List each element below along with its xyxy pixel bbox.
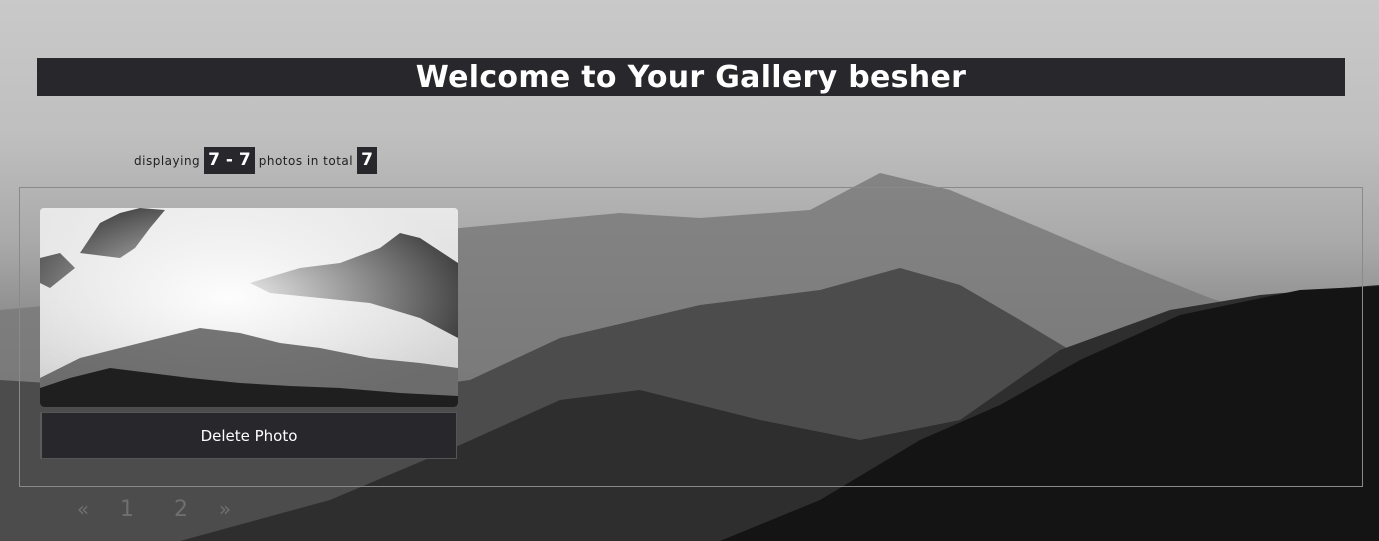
page-title: Welcome to Your Gallery besher: [415, 59, 967, 95]
gallery-photo[interactable]: [40, 208, 458, 407]
pagination-next[interactable]: »: [208, 497, 242, 521]
photo-card: Delete Photo: [40, 208, 458, 459]
range-badge: 7 - 7: [204, 147, 255, 174]
pagination: « 1 2 »: [66, 494, 242, 524]
pagination-prev[interactable]: «: [66, 497, 100, 521]
total-badge: 7: [357, 147, 377, 174]
gallery-page: Welcome to Your Gallery besher displayin…: [0, 0, 1379, 541]
header-bar: Welcome to Your Gallery besher: [37, 58, 1345, 96]
summary-prefix: displaying: [134, 153, 201, 168]
delete-photo-button[interactable]: Delete Photo: [40, 412, 457, 459]
photo-count-summary: displaying 7 - 7 photos in total 7: [134, 147, 381, 174]
misty-mountain-forest-photo-icon: [40, 208, 458, 407]
summary-middle: photos in total: [258, 153, 354, 168]
pagination-page-2[interactable]: 2: [154, 497, 208, 522]
pagination-page-1[interactable]: 1: [100, 497, 154, 522]
